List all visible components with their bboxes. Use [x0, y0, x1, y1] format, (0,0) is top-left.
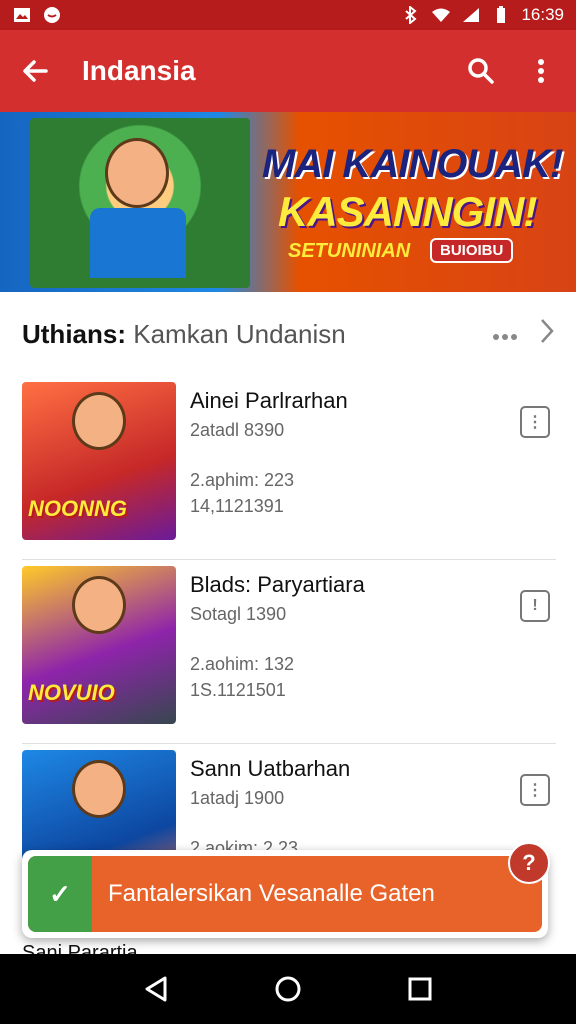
item-meta: 2.aohim: 132: [190, 654, 295, 674]
game-thumbnail: NOVUIO: [22, 566, 176, 724]
item-title: Sann Uatbarhan: [190, 756, 351, 781]
status-bar: 16:39: [0, 0, 576, 30]
back-arrow-icon[interactable]: [18, 54, 52, 88]
thumbnail-caption: NOONNG: [28, 496, 127, 521]
overflow-menu-icon[interactable]: [524, 54, 558, 88]
banner-artwork: [30, 118, 250, 288]
item-options-icon[interactable]: ⋮: [520, 406, 550, 438]
section-title: Uthians: Kamkan Undanisn: [22, 319, 346, 350]
item-title: Blads: Paryartiara: [190, 572, 365, 597]
chevron-right-icon[interactable]: [540, 318, 554, 350]
banner-subheadline: KASANNGIN!: [278, 188, 537, 235]
bluetooth-icon: [401, 6, 421, 24]
banner-headline: MAI KAINOUAK!: [262, 142, 563, 186]
image-icon: [12, 6, 32, 24]
snackbar-body: ✓ Fantalersikan Vesanalle Gaten: [28, 856, 542, 932]
battery-icon: [491, 6, 511, 24]
game-thumbnail: NOONNG: [22, 382, 176, 540]
thumbnail-character: [72, 576, 126, 634]
chat-bubble-icon: [42, 6, 62, 24]
section-sublabel: Kamkan Undanisn: [133, 318, 346, 349]
check-icon: ✓: [28, 856, 92, 932]
app-bar: Indansia: [0, 30, 576, 112]
section-header: Uthians: Kamkan Undanisn: [0, 306, 576, 362]
more-dots-icon[interactable]: [492, 321, 518, 347]
item-options-icon[interactable]: !: [520, 590, 550, 622]
wifi-icon: [431, 6, 451, 24]
banner-badge: BUIOIBU: [430, 238, 514, 263]
item-meta: 2atadl 8390: [190, 420, 285, 440]
back-nav-icon[interactable]: [136, 969, 176, 1009]
page-title: Indansia: [82, 55, 196, 86]
game-list: NOONNG Ainei Parlrarhan 2atadl 8390 2.ap…: [22, 376, 556, 928]
promo-banner[interactable]: MAI KAINOUAK! KASANNGIN! SETUNINIAN BUIO…: [0, 112, 576, 292]
thumbnail-character: [72, 392, 126, 450]
item-meta: 14,1121391: [190, 496, 284, 516]
system-nav-bar: [0, 954, 576, 1024]
item-meta: 1atadj 1900: [190, 788, 285, 808]
thumbnail-caption: NOVUIO: [28, 680, 115, 705]
banner-tagline: SETUNINIAN: [288, 240, 411, 262]
home-nav-icon[interactable]: [268, 969, 308, 1009]
section-label: Uthians:: [22, 318, 126, 349]
hero-body-illustration: [90, 208, 186, 278]
item-meta: 1S.1121501: [190, 680, 286, 700]
search-icon[interactable]: [464, 54, 498, 88]
item-meta: Sotagl 1390: [190, 604, 287, 624]
help-icon[interactable]: ?: [508, 842, 550, 884]
list-item[interactable]: NOONNG Ainei Parlrarhan 2atadl 8390 2.ap…: [22, 376, 556, 560]
hero-face-illustration: [105, 138, 169, 208]
snackbar[interactable]: ✓ Fantalersikan Vesanalle Gaten ?: [22, 842, 550, 938]
thumbnail-character: [72, 760, 126, 818]
recents-nav-icon[interactable]: [400, 969, 440, 1009]
snackbar-message: Fantalersikan Vesanalle Gaten: [108, 880, 435, 907]
item-title: Ainei Parlrarhan: [190, 388, 348, 413]
signal-icon: [461, 6, 481, 24]
item-meta: 2.aphim: 223: [190, 470, 295, 490]
list-item[interactable]: NOVUIO Blads: Paryartiara Sotagl 1390 2.…: [22, 560, 556, 744]
item-options-icon[interactable]: ⋮: [520, 774, 550, 806]
status-time: 16:39: [521, 5, 564, 24]
